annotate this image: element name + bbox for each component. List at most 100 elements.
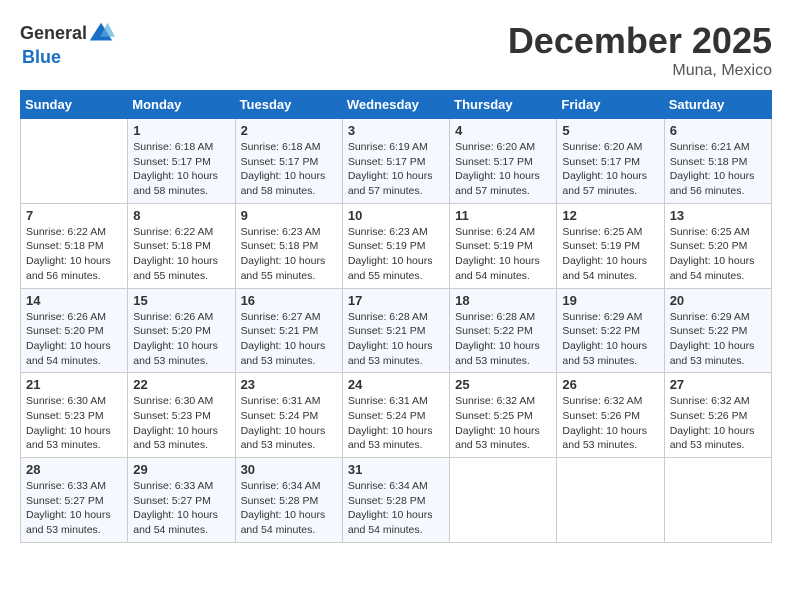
day-number: 3 xyxy=(348,123,444,138)
day-cell-9: 9 Sunrise: 6:23 AM Sunset: 5:18 PM Daylig… xyxy=(235,203,342,288)
day-info: Sunrise: 6:25 AM Sunset: 5:20 PM Dayligh… xyxy=(670,225,766,284)
day-cell-27: 27Sunrise: 6:32 AM Sunset: 5:26 PM Dayli… xyxy=(664,373,771,458)
day-cell-4: 4 Sunrise: 6:20 AM Sunset: 5:17 PM Daylig… xyxy=(450,119,557,204)
day-number: 14 xyxy=(26,293,122,308)
header-row: SundayMondayTuesdayWednesdayThursdayFrid… xyxy=(21,91,772,119)
day-cell-29: 29 Sunrise: 6:33 AM Sunset: 5:27 PM Dayli… xyxy=(128,458,235,543)
day-number: 29 xyxy=(133,462,229,477)
logo: General Blue xyxy=(20,20,115,68)
day-number: 22 xyxy=(133,377,229,392)
day-info: Sunrise: 6:21 AM Sunset: 5:18 PM Dayligh… xyxy=(670,140,766,199)
day-number: 4 xyxy=(455,123,551,138)
day-number: 10 xyxy=(348,208,444,223)
week-row-5: 28Sunrise: 6:33 AM Sunset: 5:27 PM Dayli… xyxy=(21,458,772,543)
day-info: Sunrise: 6:34 AM Sunset: 5:28 PM Dayligh… xyxy=(241,479,337,538)
header: General Blue December 2025 Muna, Mexico xyxy=(20,20,772,80)
day-number: 19 xyxy=(562,293,658,308)
empty-cell xyxy=(21,119,128,204)
day-info: Sunrise: 6:20 AM Sunset: 5:17 PM Dayligh… xyxy=(455,140,551,199)
day-number: 21 xyxy=(26,377,122,392)
day-cell-8: 8 Sunrise: 6:22 AM Sunset: 5:18 PM Daylig… xyxy=(128,203,235,288)
day-number: 18 xyxy=(455,293,551,308)
day-info: Sunrise: 6:30 AM Sunset: 5:23 PM Dayligh… xyxy=(26,394,122,453)
empty-cell xyxy=(557,458,664,543)
month-title: December 2025 xyxy=(508,20,772,62)
day-info: Sunrise: 6:32 AM Sunset: 5:25 PM Dayligh… xyxy=(455,394,551,453)
day-cell-17: 17Sunrise: 6:28 AM Sunset: 5:21 PM Dayli… xyxy=(342,288,449,373)
day-number: 24 xyxy=(348,377,444,392)
day-cell-25: 25Sunrise: 6:32 AM Sunset: 5:25 PM Dayli… xyxy=(450,373,557,458)
day-info: Sunrise: 6:22 AM Sunset: 5:18 PM Dayligh… xyxy=(26,225,122,284)
logo-general-text: General xyxy=(20,24,87,44)
day-info: Sunrise: 6:19 AM Sunset: 5:17 PM Dayligh… xyxy=(348,140,444,199)
day-cell-31: 31Sunrise: 6:34 AM Sunset: 5:28 PM Dayli… xyxy=(342,458,449,543)
day-cell-11: 11Sunrise: 6:24 AM Sunset: 5:19 PM Dayli… xyxy=(450,203,557,288)
day-number: 23 xyxy=(241,377,337,392)
day-cell-28: 28Sunrise: 6:33 AM Sunset: 5:27 PM Dayli… xyxy=(21,458,128,543)
header-day-saturday: Saturday xyxy=(664,91,771,119)
day-cell-20: 20 Sunrise: 6:29 AM Sunset: 5:22 PM Dayli… xyxy=(664,288,771,373)
day-number: 5 xyxy=(562,123,658,138)
day-cell-18: 18 Sunrise: 6:28 AM Sunset: 5:22 PM Dayli… xyxy=(450,288,557,373)
day-info: Sunrise: 6:26 AM Sunset: 5:20 PM Dayligh… xyxy=(133,310,229,369)
day-cell-12: 12 Sunrise: 6:25 AM Sunset: 5:19 PM Dayli… xyxy=(557,203,664,288)
week-row-3: 14 Sunrise: 6:26 AM Sunset: 5:20 PM Dayli… xyxy=(21,288,772,373)
day-cell-24: 24 Sunrise: 6:31 AM Sunset: 5:24 PM Dayli… xyxy=(342,373,449,458)
day-info: Sunrise: 6:26 AM Sunset: 5:20 PM Dayligh… xyxy=(26,310,122,369)
day-number: 30 xyxy=(241,462,337,477)
day-info: Sunrise: 6:23 AM Sunset: 5:19 PM Dayligh… xyxy=(348,225,444,284)
location-title: Muna, Mexico xyxy=(508,62,772,80)
day-cell-16: 16 Sunrise: 6:27 AM Sunset: 5:21 PM Dayli… xyxy=(235,288,342,373)
day-number: 6 xyxy=(670,123,766,138)
day-info: Sunrise: 6:33 AM Sunset: 5:27 PM Dayligh… xyxy=(133,479,229,538)
day-info: Sunrise: 6:30 AM Sunset: 5:23 PM Dayligh… xyxy=(133,394,229,453)
day-cell-1: 1 Sunrise: 6:18 AM Sunset: 5:17 PM Daylig… xyxy=(128,119,235,204)
day-cell-14: 14 Sunrise: 6:26 AM Sunset: 5:20 PM Dayli… xyxy=(21,288,128,373)
day-number: 15 xyxy=(133,293,229,308)
day-cell-10: 10 Sunrise: 6:23 AM Sunset: 5:19 PM Dayli… xyxy=(342,203,449,288)
week-row-2: 7 Sunrise: 6:22 AM Sunset: 5:18 PM Daylig… xyxy=(21,203,772,288)
day-info: Sunrise: 6:27 AM Sunset: 5:21 PM Dayligh… xyxy=(241,310,337,369)
day-cell-22: 22 Sunrise: 6:30 AM Sunset: 5:23 PM Dayli… xyxy=(128,373,235,458)
day-cell-2: 2Sunrise: 6:18 AM Sunset: 5:17 PM Daylig… xyxy=(235,119,342,204)
day-number: 13 xyxy=(670,208,766,223)
day-cell-19: 19 Sunrise: 6:29 AM Sunset: 5:22 PM Dayli… xyxy=(557,288,664,373)
day-info: Sunrise: 6:25 AM Sunset: 5:19 PM Dayligh… xyxy=(562,225,658,284)
day-number: 31 xyxy=(348,462,444,477)
week-row-4: 21 Sunrise: 6:30 AM Sunset: 5:23 PM Dayli… xyxy=(21,373,772,458)
header-day-thursday: Thursday xyxy=(450,91,557,119)
day-info: Sunrise: 6:33 AM Sunset: 5:27 PM Dayligh… xyxy=(26,479,122,538)
empty-cell xyxy=(664,458,771,543)
header-day-monday: Monday xyxy=(128,91,235,119)
logo-icon xyxy=(87,20,115,48)
day-cell-6: 6 Sunrise: 6:21 AM Sunset: 5:18 PM Daylig… xyxy=(664,119,771,204)
day-cell-21: 21 Sunrise: 6:30 AM Sunset: 5:23 PM Dayli… xyxy=(21,373,128,458)
day-cell-26: 26Sunrise: 6:32 AM Sunset: 5:26 PM Dayli… xyxy=(557,373,664,458)
title-area: December 2025 Muna, Mexico xyxy=(508,20,772,80)
day-info: Sunrise: 6:22 AM Sunset: 5:18 PM Dayligh… xyxy=(133,225,229,284)
day-info: Sunrise: 6:23 AM Sunset: 5:18 PM Dayligh… xyxy=(241,225,337,284)
day-number: 12 xyxy=(562,208,658,223)
empty-cell xyxy=(450,458,557,543)
day-number: 7 xyxy=(26,208,122,223)
calendar-table: SundayMondayTuesdayWednesdayThursdayFrid… xyxy=(20,90,772,543)
day-number: 16 xyxy=(241,293,337,308)
day-info: Sunrise: 6:29 AM Sunset: 5:22 PM Dayligh… xyxy=(670,310,766,369)
day-number: 17 xyxy=(348,293,444,308)
day-info: Sunrise: 6:18 AM Sunset: 5:17 PM Dayligh… xyxy=(133,140,229,199)
header-day-sunday: Sunday xyxy=(21,91,128,119)
day-cell-5: 5Sunrise: 6:20 AM Sunset: 5:17 PM Daylig… xyxy=(557,119,664,204)
day-number: 11 xyxy=(455,208,551,223)
day-info: Sunrise: 6:18 AM Sunset: 5:17 PM Dayligh… xyxy=(241,140,337,199)
day-info: Sunrise: 6:29 AM Sunset: 5:22 PM Dayligh… xyxy=(562,310,658,369)
week-row-1: 1 Sunrise: 6:18 AM Sunset: 5:17 PM Daylig… xyxy=(21,119,772,204)
header-day-friday: Friday xyxy=(557,91,664,119)
day-number: 9 xyxy=(241,208,337,223)
day-info: Sunrise: 6:31 AM Sunset: 5:24 PM Dayligh… xyxy=(348,394,444,453)
day-cell-15: 15 Sunrise: 6:26 AM Sunset: 5:20 PM Dayli… xyxy=(128,288,235,373)
day-number: 20 xyxy=(670,293,766,308)
day-number: 8 xyxy=(133,208,229,223)
day-number: 1 xyxy=(133,123,229,138)
day-info: Sunrise: 6:28 AM Sunset: 5:22 PM Dayligh… xyxy=(455,310,551,369)
day-cell-23: 23Sunrise: 6:31 AM Sunset: 5:24 PM Dayli… xyxy=(235,373,342,458)
